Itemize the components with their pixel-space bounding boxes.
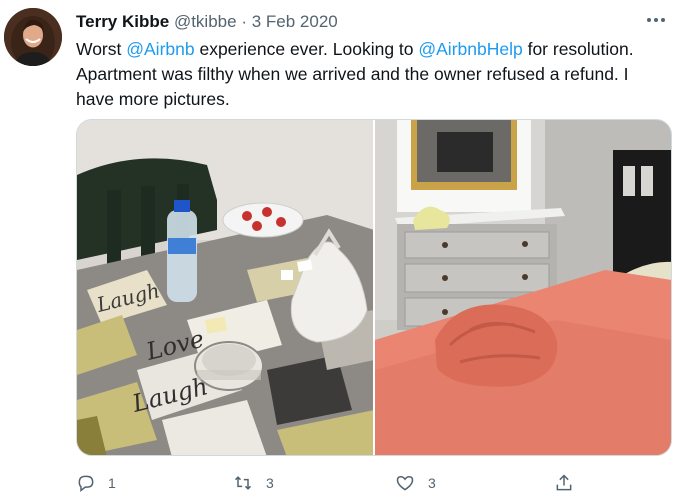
share-icon — [556, 474, 572, 491]
author-name[interactable]: Terry Kibbe — [76, 12, 169, 31]
share-button[interactable] — [554, 470, 574, 496]
tweet-text-part: Worst — [76, 39, 127, 59]
tweet-media[interactable]: Laugh Love Laugh — [76, 119, 672, 456]
author-handle[interactable]: @tkibbe — [174, 12, 237, 31]
tweet-actions: 1 3 3 — [76, 470, 596, 496]
reply-icon — [78, 475, 94, 493]
mention-airbnbhelp[interactable]: @AirbnbHelp — [418, 39, 522, 59]
tweet-date[interactable]: 3 Feb 2020 — [252, 12, 338, 31]
photo-bedroom[interactable] — [375, 120, 671, 455]
like-icon — [396, 475, 414, 491]
separator-dot: · — [241, 12, 247, 31]
avatar[interactable] — [4, 8, 62, 66]
photo-dining-table[interactable]: Laugh Love Laugh — [77, 120, 373, 455]
like-count: 3 — [428, 475, 436, 491]
tweet-card[interactable]: Terry Kibbe @tkibbe · 3 Feb 2020 Worst @… — [0, 0, 680, 504]
retweet-count: 3 — [266, 475, 274, 491]
retweet-button[interactable]: 3 — [232, 470, 274, 496]
like-button[interactable]: 3 — [394, 470, 436, 496]
reply-button[interactable]: 1 — [76, 470, 116, 496]
tweet-text: Worst @Airbnb experience ever. Looking t… — [76, 37, 666, 112]
reply-count: 1 — [108, 475, 116, 491]
tweet-header: Terry Kibbe @tkibbe · 3 Feb 2020 — [76, 12, 338, 32]
retweet-icon — [234, 476, 252, 490]
mention-airbnb[interactable]: @Airbnb — [126, 39, 194, 59]
tweet-text-part: experience ever. Looking to — [194, 39, 419, 59]
more-icon[interactable] — [644, 10, 668, 30]
